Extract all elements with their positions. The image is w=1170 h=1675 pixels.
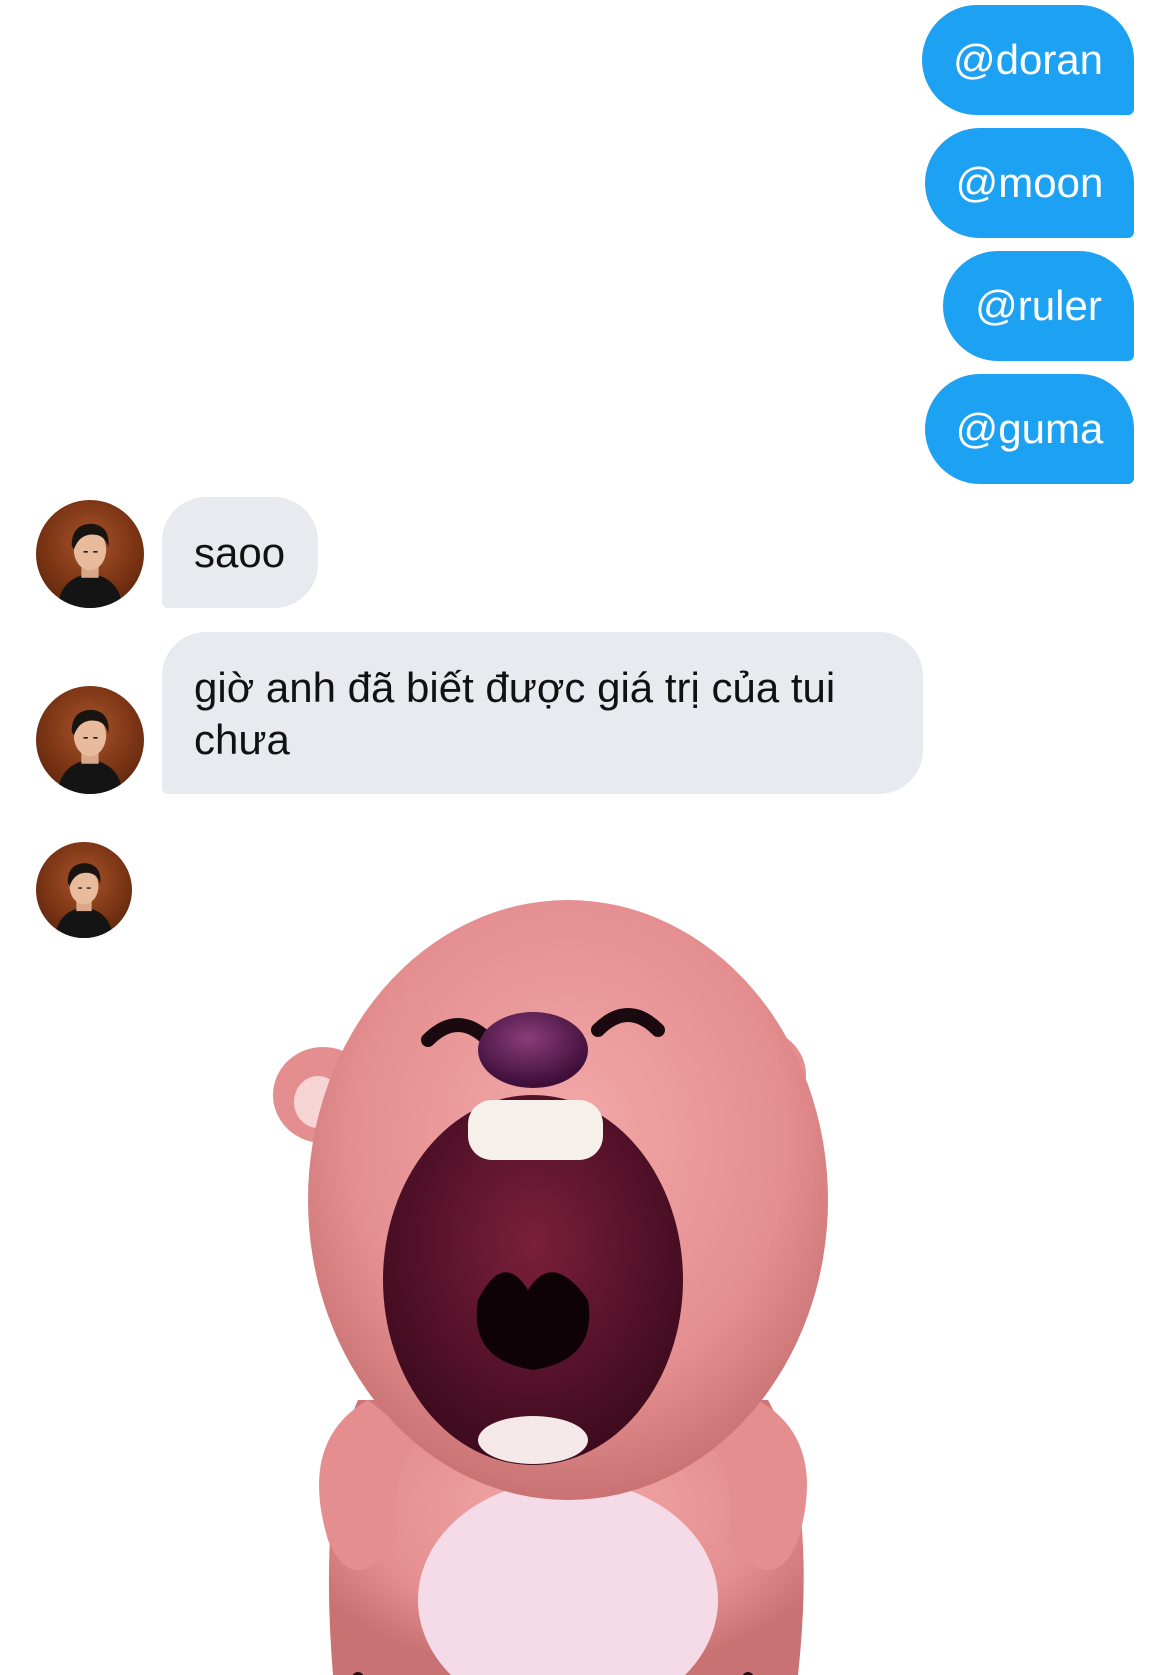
received-message-bubble[interactable]: giờ anh đã biết được giá trị của tui chư… bbox=[162, 632, 923, 794]
sender-avatar[interactable] bbox=[36, 842, 132, 938]
received-message-bubble[interactable]: saoo bbox=[162, 497, 318, 608]
sent-message-bubble[interactable]: @moon bbox=[925, 128, 1134, 238]
sent-message-bubble[interactable]: @ruler bbox=[943, 251, 1134, 361]
sticker-message[interactable] bbox=[158, 840, 973, 1675]
sent-message-bubble[interactable]: @doran bbox=[922, 5, 1134, 115]
user-avatar-photo-icon bbox=[57, 709, 123, 794]
conversation-thread: @doran @moon @ruler @guma saoo giờ anh đ… bbox=[0, 0, 1170, 1675]
sent-message-bubble[interactable]: @guma bbox=[925, 374, 1134, 484]
sender-avatar[interactable] bbox=[36, 500, 144, 608]
sender-avatar[interactable] bbox=[36, 686, 144, 794]
user-avatar-photo-icon bbox=[57, 523, 123, 608]
pink-beaver-laughing-sticker-icon bbox=[273, 900, 828, 1675]
user-avatar-photo-icon bbox=[55, 863, 113, 938]
